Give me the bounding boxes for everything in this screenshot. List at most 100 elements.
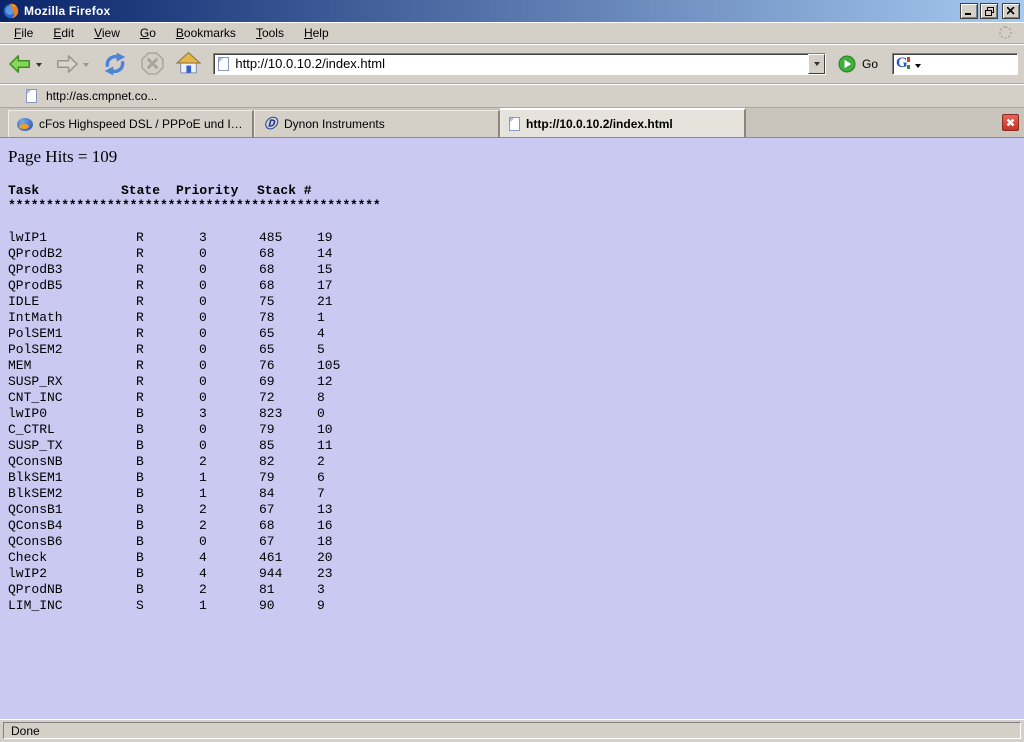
cell-num: 17 <box>317 278 333 293</box>
cell-task: QProdB3 <box>8 262 63 277</box>
cell-priority: 0 <box>199 262 207 277</box>
reload-button[interactable] <box>100 49 130 79</box>
cell-task: C_CTRL <box>8 422 55 437</box>
browser-window: Mozilla Firefox FileEditViewGoBookmarksT… <box>0 0 1024 742</box>
cell-task: MEM <box>8 358 31 373</box>
cell-task: QConsNB <box>8 454 63 469</box>
cell-priority: 0 <box>199 534 207 549</box>
cell-stack: 67 <box>259 502 275 517</box>
tab-dynon[interactable]: Dynon Instruments <box>254 110 500 137</box>
table-row: QConsB1B26713 <box>0 502 1024 518</box>
cell-priority: 0 <box>199 422 207 437</box>
menubar-items: FileEditViewGoBookmarksToolsHelp <box>4 23 339 43</box>
table-row: CNT_INCR0728 <box>0 390 1024 406</box>
cell-state: B <box>136 438 144 453</box>
menu-file[interactable]: File <box>4 23 43 43</box>
cell-task: SUSP_TX <box>8 438 63 453</box>
cell-num: 13 <box>317 502 333 517</box>
go-icon <box>838 55 856 73</box>
cell-priority: 0 <box>199 438 207 453</box>
search-bar[interactable]: G <box>892 53 1018 75</box>
menu-edit[interactable]: Edit <box>43 23 84 43</box>
cell-stack: 67 <box>259 534 275 549</box>
url-dropdown-button[interactable] <box>808 54 825 74</box>
cell-num: 21 <box>317 294 333 309</box>
cell-stack: 69 <box>259 374 275 389</box>
cell-task: QConsB1 <box>8 502 63 517</box>
menu-tools[interactable]: Tools <box>246 23 294 43</box>
menu-bookmarks[interactable]: Bookmarks <box>166 23 246 43</box>
forward-dropdown[interactable] <box>83 63 89 70</box>
cell-priority: 0 <box>199 390 207 405</box>
close-button[interactable] <box>1002 3 1020 19</box>
restore-button[interactable] <box>980 3 998 19</box>
url-input[interactable] <box>229 55 808 73</box>
cell-num: 6 <box>317 470 325 485</box>
search-input[interactable] <box>921 56 1014 71</box>
cell-num: 1 <box>317 310 325 325</box>
cell-task: CNT_INC <box>8 390 63 405</box>
forward-icon <box>55 52 79 76</box>
url-bar[interactable] <box>213 53 826 75</box>
bookmark-item[interactable]: http://as.cmpnet.co... <box>46 89 157 103</box>
column-header: Task <box>8 183 39 198</box>
forward-button[interactable] <box>53 50 81 78</box>
cell-task: BlkSEM2 <box>8 486 63 501</box>
cell-stack: 68 <box>259 518 275 533</box>
cell-num: 5 <box>317 342 325 357</box>
cell-priority: 0 <box>199 310 207 325</box>
tab-page[interactable]: http://10.0.10.2/index.html <box>500 108 746 137</box>
stop-button[interactable] <box>138 49 167 78</box>
cell-task: BlkSEM1 <box>8 470 63 485</box>
tab-cfos[interactable]: cFos Highspeed DSL / PPPoE und ISDN CAP.… <box>8 110 254 137</box>
menu-go[interactable]: Go <box>130 23 166 43</box>
table-row: MEMR076105 <box>0 358 1024 374</box>
cfos-icon <box>17 118 33 131</box>
back-button[interactable] <box>6 50 34 78</box>
cell-stack: 68 <box>259 278 275 293</box>
cell-stack: 485 <box>259 230 282 245</box>
table-row: SUSP_TXB08511 <box>0 438 1024 454</box>
cell-priority: 0 <box>199 294 207 309</box>
back-dropdown[interactable] <box>36 63 42 70</box>
cell-task: SUSP_RX <box>8 374 63 389</box>
minimize-icon <box>965 7 973 15</box>
cell-priority: 2 <box>199 454 207 469</box>
cell-priority: 1 <box>199 598 207 613</box>
dynon-icon <box>263 117 278 131</box>
cell-task: lwIP0 <box>8 406 47 421</box>
tabstrip-tabs: cFos Highspeed DSL / PPPoE und ISDN CAP.… <box>8 108 746 137</box>
cell-task: IDLE <box>8 294 39 309</box>
table-row: QProdB5R06817 <box>0 278 1024 294</box>
menu-view[interactable]: View <box>84 23 130 43</box>
cell-stack: 82 <box>259 454 275 469</box>
cell-num: 0 <box>317 406 325 421</box>
status-bar: Done <box>0 719 1024 742</box>
go-button[interactable]: Go <box>838 55 878 73</box>
cell-stack: 78 <box>259 310 275 325</box>
cell-task: QProdNB <box>8 582 63 597</box>
cell-state: B <box>136 550 144 565</box>
cell-state: B <box>136 566 144 581</box>
cell-task: lwIP2 <box>8 566 47 581</box>
cell-state: S <box>136 598 144 613</box>
minimize-button[interactable] <box>960 3 978 19</box>
cell-task: QConsB6 <box>8 534 63 549</box>
cell-num: 3 <box>317 582 325 597</box>
cell-state: R <box>136 358 144 373</box>
cell-priority: 0 <box>199 278 207 293</box>
tab-strip: cFos Highspeed DSL / PPPoE und ISDN CAP.… <box>0 108 1024 138</box>
home-button[interactable] <box>174 49 203 78</box>
cell-priority: 1 <box>199 470 207 485</box>
titlebar: Mozilla Firefox <box>0 0 1024 22</box>
cell-priority: 2 <box>199 502 207 517</box>
menu-help[interactable]: Help <box>294 23 339 43</box>
cell-state: R <box>136 326 144 341</box>
close-tab-button[interactable] <box>1002 114 1019 131</box>
cell-num: 11 <box>317 438 333 453</box>
cell-num: 15 <box>317 262 333 277</box>
cell-state: B <box>136 486 144 501</box>
table-row: CheckB446120 <box>0 550 1024 566</box>
status-field: Done <box>3 722 1021 739</box>
cell-stack: 72 <box>259 390 275 405</box>
